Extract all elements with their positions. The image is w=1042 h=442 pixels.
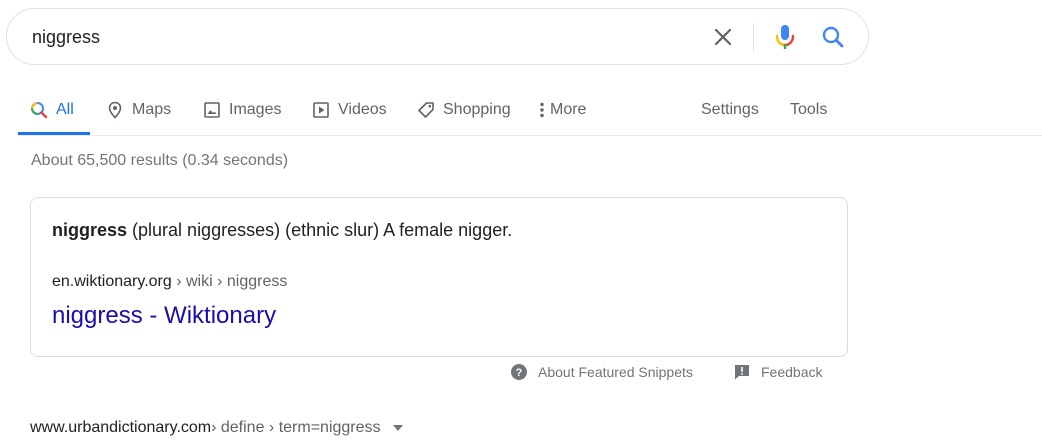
tab-all[interactable]: All [30,84,74,135]
snippet-definition-text: (plural niggresses) (ethnic slur) A fema… [127,220,513,240]
feedback-label: Feedback [761,364,823,380]
tab-shopping[interactable]: Shopping [417,84,511,135]
microphone-icon [775,25,795,49]
tab-label: Images [229,100,282,118]
tab-more[interactable]: More [538,84,586,135]
cite-domain: en.wiktionary.org [52,273,172,290]
image-icon [203,101,221,119]
about-snippets-label: About Featured Snippets [538,364,693,380]
tools-label: Tools [790,100,828,118]
tools-link[interactable]: Tools [790,84,827,135]
cite-path: › define › term=niggress [211,419,381,436]
search-input[interactable] [32,23,692,51]
voice-search-button[interactable] [769,21,801,53]
tab-images[interactable]: Images [203,84,281,135]
feedback-icon [733,363,751,381]
tab-label: Shopping [443,100,511,118]
tag-icon [417,101,435,119]
feedback-button[interactable]: Feedback [733,362,822,382]
svg-text:?: ? [516,367,523,379]
map-pin-icon [106,101,124,119]
result-cite: www.urbandictionary.com › define › term=… [30,419,405,437]
clear-search-button[interactable] [707,21,739,53]
tab-videos[interactable]: Videos [312,84,387,135]
video-icon [312,101,330,119]
caret-down-icon [392,425,403,431]
snippet-definition: niggress (plural niggresses) (ethnic slu… [52,220,512,241]
tab-label: Maps [132,100,172,118]
tab-label: All [56,100,74,118]
search-results-page: All Maps Images [0,0,1042,442]
result-stats: About 65,500 results (0.34 seconds) [31,152,289,169]
search-icon [30,101,48,119]
close-icon [714,28,732,46]
tab-label: Videos [338,100,387,118]
about-featured-snippets-button[interactable]: ? About Featured Snippets [510,362,693,382]
search-bar-divider [753,23,754,52]
search-tabs: All Maps Images Videos Shopping More Set… [18,84,1042,136]
settings-link[interactable]: Settings [701,84,759,135]
tab-label: More [550,100,587,118]
active-tab-indicator [18,132,90,135]
settings-label: Settings [701,100,759,118]
snippet-cite: en.wiktionary.org › wiki › niggress [52,273,287,291]
help-icon: ? [510,363,528,381]
cite-path: › wiki › niggress [171,273,288,290]
featured-snippet: niggress (plural niggresses) (ethnic slu… [30,197,848,357]
search-bar [6,8,869,65]
snippet-result-title-link[interactable]: niggress - Wiktionary [52,302,276,330]
cite-domain: www.urbandictionary.com [30,419,212,436]
search-submit-button[interactable] [817,21,849,53]
tab-maps[interactable]: Maps [106,84,171,135]
search-icon [822,26,844,48]
result-options-button[interactable] [391,421,405,435]
more-vertical-icon [538,101,546,119]
snippet-term: niggress [52,220,128,240]
